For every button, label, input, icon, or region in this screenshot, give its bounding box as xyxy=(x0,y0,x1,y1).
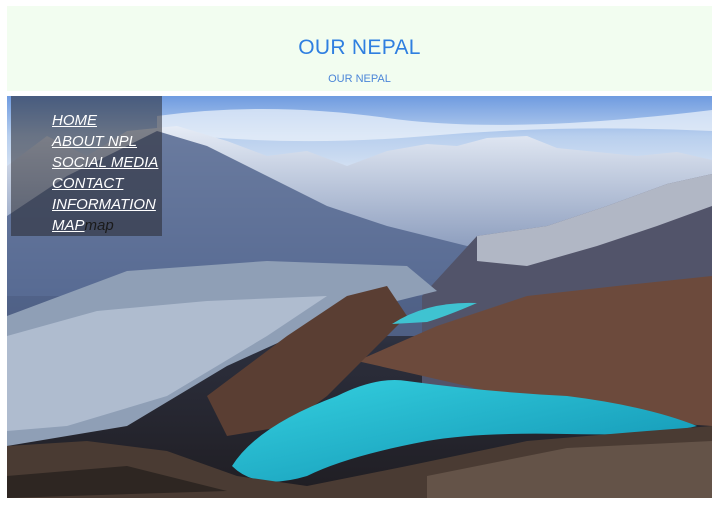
nav-item-social-media: SOCIAL MEDIA xyxy=(52,152,162,173)
nav-link-home[interactable]: HOME xyxy=(52,112,97,129)
main-navigation: HOME ABOUT NPL SOCIAL MEDIA CONTACT INFO… xyxy=(11,96,162,236)
nav-link-contact[interactable]: CONTACT xyxy=(52,175,123,192)
nav-link-information[interactable]: INFORMATION xyxy=(52,196,156,213)
nav-link-about[interactable]: ABOUT NPL xyxy=(52,133,137,150)
map-image-alt-text[interactable]: map xyxy=(85,217,114,234)
nav-item-about: ABOUT NPL xyxy=(52,131,162,152)
nav-item-map: MAPmap xyxy=(52,215,162,236)
site-header: OUR NEPAL OUR NEPAL xyxy=(7,6,712,91)
site-title: OUR NEPAL xyxy=(298,36,421,59)
site-subtitle: OUR NEPAL xyxy=(328,73,391,85)
nav-item-contact: CONTACT xyxy=(52,173,162,194)
nav-item-home: HOME xyxy=(52,110,162,131)
nav-link-map[interactable]: MAP xyxy=(52,217,85,234)
nav-item-information: INFORMATION xyxy=(52,194,162,215)
hero-image: HOME ABOUT NPL SOCIAL MEDIA CONTACT INFO… xyxy=(7,96,712,498)
nav-link-social-media[interactable]: SOCIAL MEDIA xyxy=(52,154,158,171)
